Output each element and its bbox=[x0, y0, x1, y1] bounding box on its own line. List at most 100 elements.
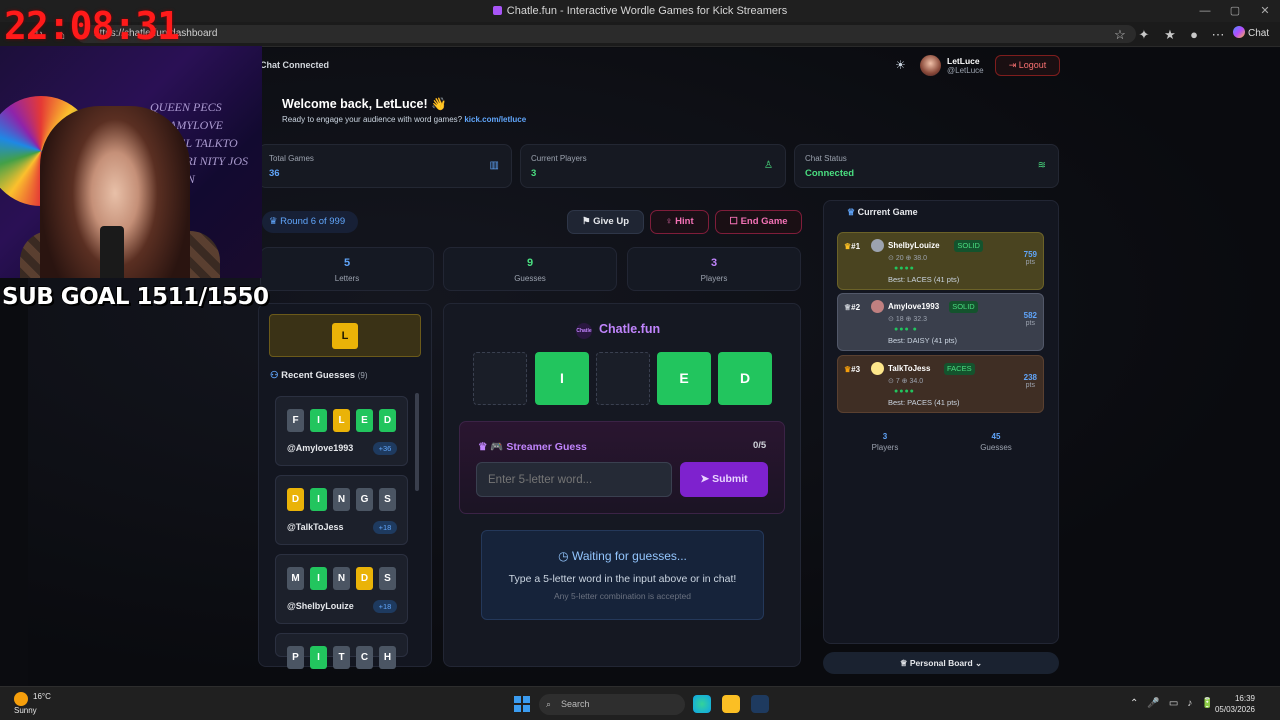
temperature: 16°C bbox=[33, 692, 51, 701]
crown-icon: ♛ 🎮 bbox=[478, 441, 507, 453]
close-icon[interactable]: ✕ bbox=[1250, 0, 1280, 22]
microphone bbox=[100, 226, 124, 278]
recent-guesses-header: ⚇ Recent Guesses (9) bbox=[270, 370, 368, 381]
guess-points-badge: +18 bbox=[373, 600, 397, 613]
welcome-subtitle-text: Ready to engage your audience with word … bbox=[282, 115, 463, 124]
streamer-guess-input[interactable] bbox=[476, 462, 672, 497]
score-unit: pts bbox=[1025, 259, 1035, 266]
user-handle: @LetLuce bbox=[947, 66, 984, 75]
avatar bbox=[871, 239, 884, 252]
guess-user: @Amylove1993 bbox=[287, 443, 354, 453]
waiting-note: Any 5-letter combination is accepted bbox=[553, 591, 692, 601]
bar-chart-icon: ▥ bbox=[489, 160, 499, 171]
leaderboard-row: ♛#1 ShelbyLouize SOLID ⊙ 20 ⊕ 38.0 ●●●● Best:… bbox=[837, 232, 1044, 290]
trophy-icon: ♕ bbox=[847, 207, 858, 217]
welcome-subtitle: Ready to engage your audience with word … bbox=[282, 115, 526, 124]
kick-channel-link[interactable]: kick.com/letluce bbox=[464, 115, 526, 124]
windows-start-icon[interactable] bbox=[514, 696, 530, 712]
player-score: 759 pts bbox=[1024, 250, 1037, 266]
taskbar-clock[interactable]: 16:39 05/03/2026 bbox=[1205, 693, 1255, 715]
favorites-icon[interactable]: ★ bbox=[1162, 27, 1178, 43]
window-title: Chatle.fun - Interactive Wordle Games fo… bbox=[506, 5, 788, 17]
player-best: Best: LACES (41 pts) bbox=[888, 275, 960, 284]
rank-text: #1 bbox=[851, 242, 861, 251]
logout-button[interactable]: ⇥ Logout bbox=[995, 55, 1060, 76]
date: 05/03/2026 bbox=[1214, 705, 1255, 714]
score-value: 759 bbox=[1023, 250, 1037, 259]
clock-icon: ◷ bbox=[558, 549, 572, 563]
guesses-stat: 9 Guesses bbox=[443, 247, 617, 291]
avatar[interactable] bbox=[920, 55, 941, 76]
address-bar[interactable]: https://chatle.fun/dashboard bbox=[76, 25, 1136, 43]
submit-button[interactable]: ➤ Submit bbox=[680, 462, 768, 497]
taskbar-search[interactable]: ⌕ Search bbox=[539, 694, 685, 715]
weather-widget[interactable]: 16°C Sunny bbox=[14, 692, 51, 716]
wifi-icon: ≋ bbox=[1037, 160, 1046, 171]
guess-tile: D bbox=[287, 488, 304, 511]
copilot-chat-button[interactable]: Chat bbox=[1233, 25, 1275, 43]
stat-value: 36 bbox=[269, 168, 280, 179]
logo-text: Chatle.fun bbox=[599, 322, 661, 336]
waiting-title-text: Waiting for guesses... bbox=[571, 549, 687, 563]
known-letter-tile: L bbox=[332, 323, 358, 349]
personal-board-button[interactable]: ♕ Personal Board ⌄ bbox=[823, 652, 1059, 674]
progress-dots: ●●●● bbox=[894, 388, 915, 395]
chevron-down-icon: ⌄ bbox=[972, 658, 983, 668]
logo-icon: Chatle bbox=[576, 323, 592, 339]
guesses-label: Guesses bbox=[514, 274, 546, 283]
player-stats: ⊙ 20 ⊕ 38.0 bbox=[888, 254, 927, 262]
extensions-icon[interactable]: ✦ bbox=[1136, 27, 1152, 43]
end-game-button[interactable]: ☐ End Game bbox=[715, 210, 802, 234]
guess-points-badge: +18 bbox=[373, 521, 397, 534]
current-game-title-text: Current Game bbox=[857, 207, 918, 217]
flag-icon: ⚑ bbox=[581, 216, 594, 227]
leaderboard-row: ♛#3 TalkToJess FACES ⊙ 7 ⊕ 34.0 ●●●● Best: PA… bbox=[837, 355, 1044, 413]
target-icon: ⊙ bbox=[888, 378, 896, 385]
browser-title-bar: Chatle.fun - Interactive Wordle Games fo… bbox=[0, 0, 1280, 22]
theme-toggle-sun-icon[interactable]: ☀ bbox=[895, 58, 906, 72]
stat-chat-status: Chat Status Connected ≋ bbox=[794, 144, 1059, 188]
player-word-badge: FACES bbox=[944, 363, 975, 375]
streamer-guess-title: ♛ 🎮 Streamer Guess bbox=[478, 440, 587, 453]
rank-text: #3 bbox=[851, 365, 861, 374]
player-stats: ⊙ 18 ⊕ 32.3 bbox=[888, 315, 927, 323]
guess-tile: G bbox=[356, 488, 373, 511]
guess-tile: N bbox=[333, 567, 350, 590]
score-value: 238 bbox=[1023, 373, 1037, 382]
avatar bbox=[871, 362, 884, 375]
minimize-icon[interactable]: — bbox=[1190, 0, 1220, 22]
total-players-num: 3 bbox=[882, 432, 888, 441]
rank: ♛#3 bbox=[844, 365, 860, 374]
players-stat: 3 Players bbox=[627, 247, 801, 291]
user-name: LetLuce bbox=[947, 56, 980, 66]
guess-tile: S bbox=[379, 488, 396, 511]
letters-stat: 5 Letters bbox=[260, 247, 434, 291]
edge-icon[interactable] bbox=[693, 695, 711, 713]
score-value: 582 bbox=[1023, 311, 1037, 320]
stream-clock: 22:08:31 bbox=[4, 4, 180, 48]
recent-scrollbar[interactable] bbox=[415, 393, 419, 491]
round-text: Round 6 of 999 bbox=[280, 216, 346, 227]
list-item: D I N G S @TalkToJess +18 bbox=[275, 475, 408, 545]
give-up-button[interactable]: ⚑ Give Up bbox=[567, 210, 644, 234]
sub-goal: SUB GOAL 1511/1550 bbox=[2, 284, 269, 310]
player-score: 582 pts bbox=[1024, 311, 1037, 327]
stat-value: Connected bbox=[805, 168, 855, 179]
stat-value: 3 bbox=[531, 168, 537, 179]
guess-tile: E bbox=[356, 409, 373, 432]
chatle-logo: Chatle Chatle.fun bbox=[576, 322, 660, 339]
board-tile: I bbox=[535, 352, 589, 405]
progress-dots: ●●● ● bbox=[894, 326, 918, 333]
stat-label: Chat Status bbox=[805, 154, 847, 163]
list-item: PITCH bbox=[275, 633, 408, 669]
hint-button[interactable]: ♀ Hint bbox=[650, 210, 709, 234]
profile-icon[interactable]: ● bbox=[1186, 27, 1202, 43]
maximize-icon[interactable]: ▢ bbox=[1220, 0, 1250, 22]
favorite-star-icon[interactable]: ☆ bbox=[1112, 27, 1128, 43]
letters-count: 5 bbox=[343, 257, 351, 269]
file-explorer-icon[interactable] bbox=[722, 695, 740, 713]
player-best: Best: PACES (41 pts) bbox=[888, 398, 960, 407]
steam-icon[interactable] bbox=[751, 695, 769, 713]
more-menu-icon[interactable]: ⋯ bbox=[1210, 27, 1226, 43]
logout-icon: ⇥ bbox=[1008, 60, 1019, 70]
